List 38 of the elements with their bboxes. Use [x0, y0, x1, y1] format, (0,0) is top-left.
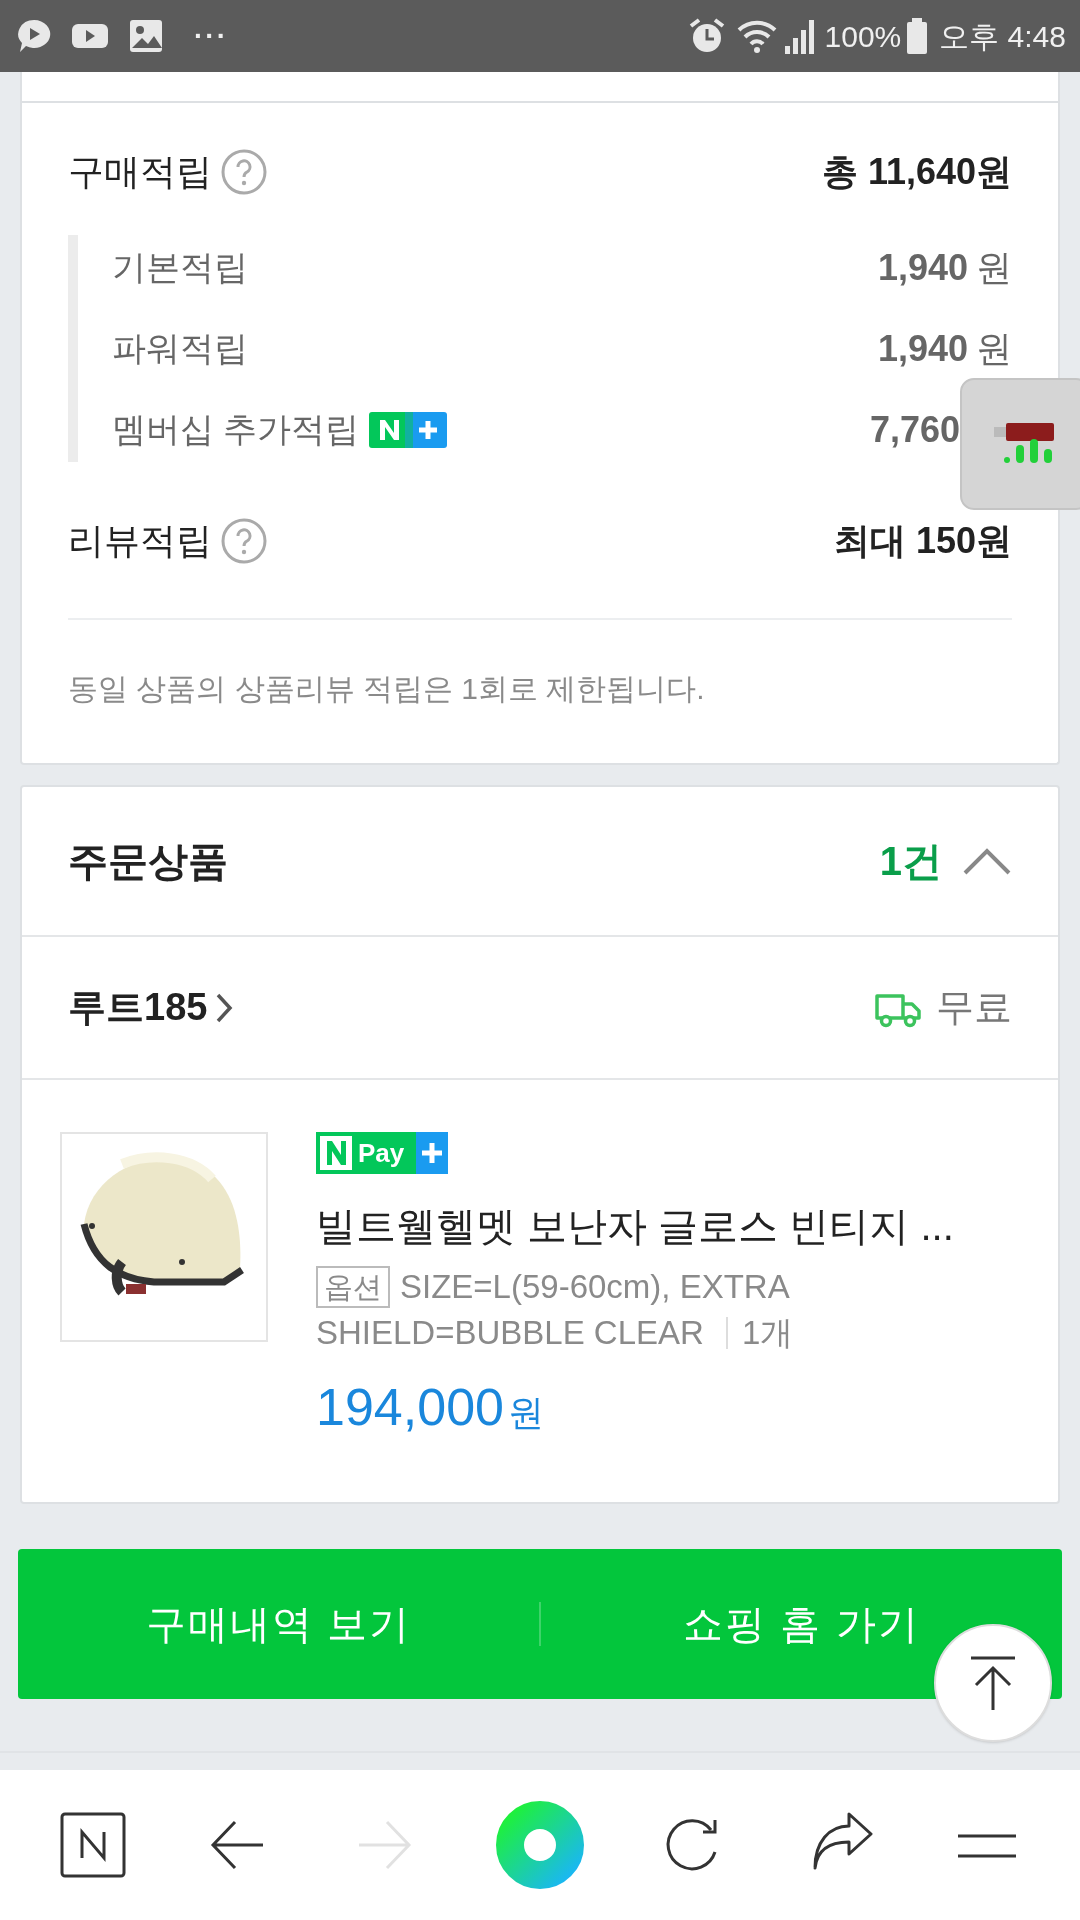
more-notifications-text: ···	[194, 19, 228, 53]
n-logo-icon[interactable]	[59, 1812, 126, 1878]
points-amount: 1,940	[877, 245, 968, 290]
points-label: 파워적립	[112, 328, 248, 369]
option-text: SHIELD=BUBBLE CLEAR	[316, 1313, 704, 1353]
points-amount: 7,760	[869, 407, 960, 452]
option-tag: 옵션	[316, 1266, 390, 1308]
clock-text: 오후 4:48	[939, 18, 1066, 55]
points-label: 멤버십 추가적립	[112, 409, 360, 450]
n-pay-plus-badge-icon	[316, 1132, 448, 1174]
price-text: 194,000	[316, 1377, 504, 1438]
section-label: 리뷰적립	[68, 519, 212, 563]
chevron-right-icon	[215, 991, 234, 1024]
won-unit-text: 원	[976, 326, 1012, 371]
notice-text: 동일 상품의 상품리뷰 적립은 1회로 제한됩니다.	[68, 671, 706, 707]
won-unit-text: 원	[976, 245, 1012, 290]
section-label: 구매적립	[68, 150, 212, 194]
floating-widget[interactable]	[960, 378, 1080, 510]
option-text: SIZE=L(59-60cm), EXTRA	[400, 1267, 790, 1307]
n-plus-badge-icon	[369, 411, 448, 448]
purchase-history-button[interactable]: 구매내역 보기	[18, 1549, 539, 1699]
total-points-text: 총 11,640원	[821, 150, 1012, 194]
arrow-to-top-icon	[968, 1655, 1018, 1711]
collapse-toggle[interactable]: 1건	[879, 831, 1012, 891]
battery-percent-text: 100%	[824, 18, 902, 55]
points-amount: 1,940	[877, 326, 968, 371]
chevron-up-icon	[962, 846, 1012, 876]
points-label: 기본적립	[112, 247, 248, 288]
shipping-fee-text: 무료	[936, 985, 1012, 1030]
pay-badge-text: Pay	[358, 1137, 405, 1170]
seller-link[interactable]: 루트185	[68, 979, 234, 1036]
section-title: 주문상품	[68, 838, 228, 885]
review-points-text: 최대 150원	[833, 519, 1012, 563]
shopping-home-button[interactable]: 쇼핑 홈 가기	[541, 1549, 1062, 1699]
quantity-text: 1개	[741, 1313, 794, 1353]
currency-text: 원	[507, 1391, 544, 1435]
product-title[interactable]: 빌트웰헬멧 보난자 글로스 빈티지 ...	[316, 1196, 954, 1256]
battery-icon	[905, 16, 930, 56]
